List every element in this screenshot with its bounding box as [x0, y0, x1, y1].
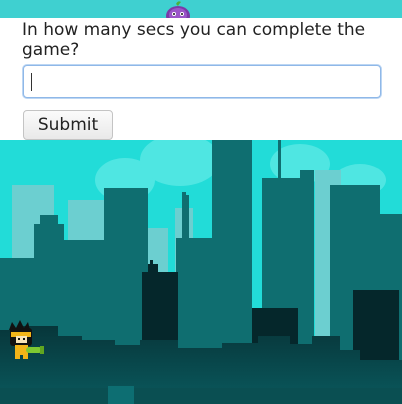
text-cursor	[31, 73, 32, 91]
mascot-icon	[166, 1, 190, 18]
submit-button[interactable]: Submit	[23, 110, 113, 140]
answer-input[interactable]	[23, 65, 381, 98]
top-banner	[0, 0, 402, 18]
game-canvas[interactable]	[0, 140, 402, 404]
question-panel: In how many secs you can complete the ga…	[0, 18, 402, 140]
question-text: In how many secs you can complete the ga…	[22, 20, 366, 60]
